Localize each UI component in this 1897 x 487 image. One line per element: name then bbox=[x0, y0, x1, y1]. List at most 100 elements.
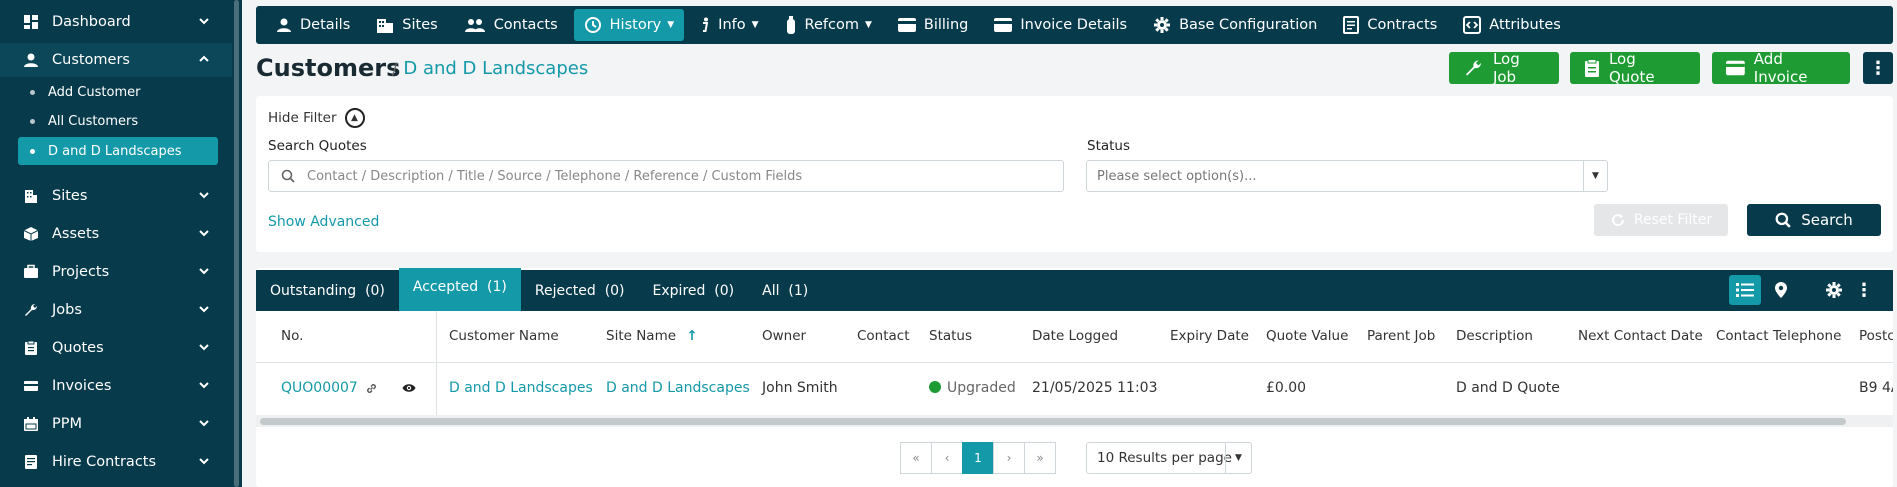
next-page-button[interactable]: › bbox=[993, 442, 1025, 474]
tab-accepted[interactable]: Accepted (1) bbox=[398, 268, 521, 311]
customer-name-link[interactable]: D and D Landscapes bbox=[449, 380, 593, 396]
search-input[interactable]: Contact / Description / Title / Source /… bbox=[268, 160, 1064, 192]
sidebar-item-label: Hire Contracts bbox=[52, 454, 157, 470]
eye-icon[interactable] bbox=[402, 382, 416, 398]
tab-label: Contracts bbox=[1367, 17, 1438, 33]
column-header[interactable]: Contact Telephone bbox=[1716, 328, 1841, 344]
description-cell: D and D Quote bbox=[1456, 380, 1560, 396]
hide-filter-label: Hide Filter bbox=[268, 110, 337, 126]
caret-down-icon[interactable]: ▼ bbox=[1583, 161, 1607, 191]
sidebar-item-label: Dashboard bbox=[52, 14, 131, 30]
current-page-button[interactable]: 1 bbox=[962, 442, 994, 474]
sidebar-item-quotes[interactable]: Quotes bbox=[0, 331, 232, 365]
table-row[interactable]: QUO00007 D and D Landscapes D and D Land… bbox=[256, 364, 1893, 412]
column-header[interactable]: Customer Name bbox=[449, 328, 559, 344]
hide-filter-toggle[interactable]: Hide Filter ▲ bbox=[268, 108, 365, 128]
show-advanced-link[interactable]: Show Advanced bbox=[268, 214, 379, 230]
link-icon[interactable] bbox=[365, 382, 378, 399]
column-header[interactable]: No. bbox=[281, 328, 303, 344]
tab-outstanding[interactable]: Outstanding (0) bbox=[256, 270, 399, 311]
sidebar-item-assets[interactable]: Assets bbox=[0, 217, 232, 251]
column-header[interactable]: Status bbox=[929, 328, 972, 344]
column-header-sorted[interactable]: Site Name ↑ bbox=[606, 328, 698, 344]
card-icon bbox=[994, 18, 1013, 32]
tab-refcom[interactable]: Refcom ▼ bbox=[775, 9, 882, 41]
chevron-down-icon bbox=[198, 379, 210, 395]
column-header[interactable]: Date Logged bbox=[1032, 328, 1118, 344]
sidebar-subitem-all-customers[interactable]: All Customers bbox=[18, 107, 218, 135]
sort-ascending-icon: ↑ bbox=[686, 328, 698, 344]
column-header[interactable]: Expiry Date bbox=[1170, 328, 1249, 344]
tab-contacts[interactable]: Contacts bbox=[454, 9, 568, 41]
breadcrumb-link[interactable]: D and D Landscapes bbox=[403, 58, 588, 79]
status-cell: Upgraded bbox=[929, 380, 1016, 396]
sidebar-item-invoices[interactable]: Invoices bbox=[0, 369, 232, 403]
previous-page-button[interactable]: ‹ bbox=[931, 442, 963, 474]
card-icon bbox=[1726, 60, 1745, 76]
first-page-button[interactable]: « bbox=[900, 442, 932, 474]
column-header[interactable]: Parent Job bbox=[1367, 328, 1435, 344]
list-view-button[interactable] bbox=[1729, 275, 1761, 305]
search-label: Search Quotes bbox=[268, 138, 367, 154]
column-header[interactable]: Contact bbox=[857, 328, 910, 344]
sidebar-subitem-add-customer[interactable]: Add Customer bbox=[18, 78, 218, 106]
log-job-button[interactable]: Log Job bbox=[1449, 50, 1559, 86]
history-icon bbox=[584, 17, 601, 33]
status-text: Upgraded bbox=[947, 380, 1016, 396]
column-header[interactable]: Description bbox=[1456, 328, 1533, 344]
caret-down-icon: ▼ bbox=[864, 20, 872, 30]
tab-all[interactable]: All (1) bbox=[748, 270, 822, 311]
sidebar-item-customers[interactable]: Customers bbox=[0, 43, 232, 77]
tab-expired[interactable]: Expired (0) bbox=[639, 270, 749, 311]
sidebar-item-hire-contracts[interactable]: Hire Contracts bbox=[0, 445, 232, 479]
map-view-button[interactable] bbox=[1765, 275, 1797, 305]
tab-info[interactable]: Info ▼ bbox=[690, 9, 768, 41]
tab-label: Details bbox=[300, 17, 351, 33]
log-quote-button[interactable]: Log Quote bbox=[1570, 50, 1700, 86]
caret-down-icon: ▼ bbox=[751, 20, 759, 30]
column-header[interactable]: Postc bbox=[1859, 328, 1893, 344]
add-invoice-button[interactable]: Add Invoice bbox=[1712, 50, 1850, 86]
sidebar-subitem-d-and-d-landscapes[interactable]: D and D Landscapes bbox=[18, 137, 218, 165]
dashboard-icon bbox=[22, 13, 40, 31]
caret-down-icon[interactable]: ▼ bbox=[1225, 443, 1251, 473]
sidebar-item-projects[interactable]: Projects bbox=[0, 255, 232, 289]
sidebar-scrollbar[interactable] bbox=[234, 0, 239, 487]
tab-sites[interactable]: Sites bbox=[366, 9, 447, 41]
chevron-up-icon bbox=[198, 53, 210, 69]
sidebar-item-ppm[interactable]: PPM bbox=[0, 407, 232, 441]
card-icon bbox=[897, 18, 916, 32]
horizontal-scrollbar[interactable] bbox=[260, 418, 1846, 425]
tab-attributes[interactable]: Attributes bbox=[1453, 9, 1571, 41]
cylinder-icon bbox=[786, 16, 795, 34]
table-header: No. Customer Name Site Name ↑ Owner Cont… bbox=[256, 311, 1893, 363]
sidebar-item-dashboard[interactable]: Dashboard bbox=[0, 5, 232, 39]
tab-invoice-details[interactable]: Invoice Details bbox=[984, 9, 1137, 41]
results-per-page-select[interactable]: 10 Results per page ▼ bbox=[1086, 442, 1252, 474]
tab-details[interactable]: Details bbox=[266, 9, 360, 41]
column-header[interactable]: Next Contact Date bbox=[1578, 328, 1703, 344]
sidebar-item-jobs[interactable]: Jobs bbox=[0, 293, 232, 327]
tab-history[interactable]: History ▼ bbox=[573, 9, 685, 41]
tab-base-configuration[interactable]: Base Configuration bbox=[1143, 9, 1327, 41]
column-header[interactable]: Owner bbox=[762, 328, 806, 344]
more-options-button[interactable]: ⋮ bbox=[1848, 275, 1880, 305]
quote-number-link[interactable]: QUO00007 bbox=[281, 380, 358, 396]
tab-count: (1) bbox=[788, 282, 809, 299]
tab-rejected[interactable]: Rejected (0) bbox=[521, 270, 639, 311]
breadcrumb: / D and D Landscapes bbox=[392, 58, 588, 79]
search-button[interactable]: Search bbox=[1747, 204, 1881, 236]
box-icon bbox=[22, 225, 40, 243]
status-select[interactable]: Please select option(s)... ▼ bbox=[1086, 160, 1608, 192]
tab-label: Sites bbox=[402, 17, 438, 33]
column-header[interactable]: Quote Value bbox=[1266, 328, 1348, 344]
tab-contracts[interactable]: Contracts bbox=[1333, 9, 1447, 41]
chevron-down-icon bbox=[198, 227, 210, 243]
more-menu-button[interactable]: ⋮ bbox=[1863, 52, 1893, 84]
tab-billing[interactable]: Billing bbox=[888, 9, 978, 41]
reset-filter-button[interactable]: Reset Filter bbox=[1594, 204, 1728, 236]
site-name-link[interactable]: D and D Landscapes bbox=[606, 380, 750, 396]
sidebar-item-sites[interactable]: Sites bbox=[0, 179, 232, 213]
last-page-button[interactable]: » bbox=[1024, 442, 1056, 474]
settings-button[interactable] bbox=[1818, 275, 1850, 305]
